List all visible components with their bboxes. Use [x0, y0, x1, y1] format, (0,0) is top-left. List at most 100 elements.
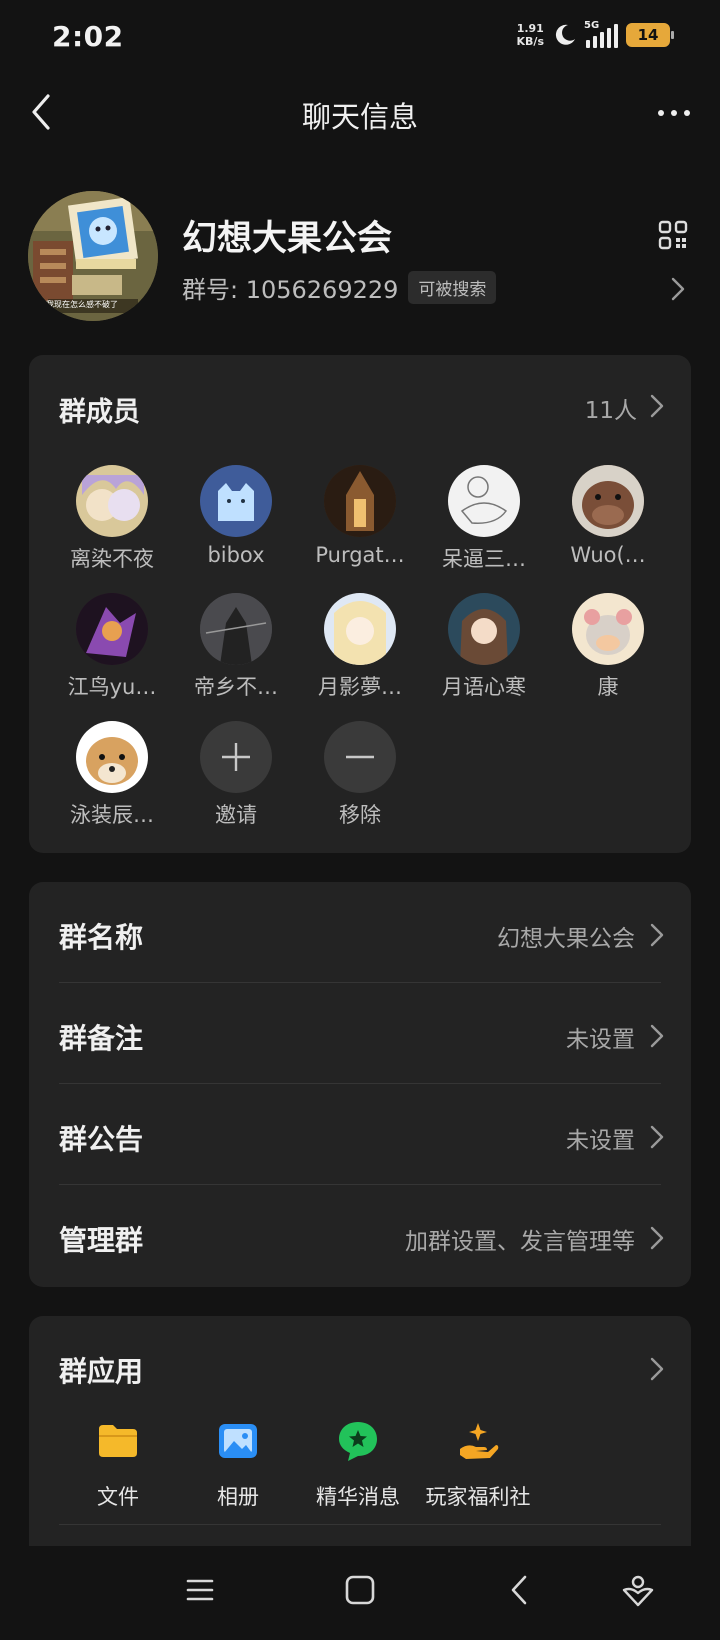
app-label: 玩家福利社 — [425, 1485, 531, 1509]
more-dots-icon[interactable] — [658, 110, 690, 116]
home-square-icon[interactable] — [340, 1570, 380, 1610]
avatar — [448, 465, 520, 537]
gift-hand-icon — [460, 1423, 499, 1459]
member-name: 月语心寒 — [442, 675, 526, 699]
invite-label: 邀请 — [215, 803, 257, 827]
folder-icon — [99, 1425, 137, 1457]
app-essence[interactable]: 精华消息 — [298, 1419, 418, 1511]
chevron-right-icon — [650, 923, 664, 947]
avatar — [324, 593, 396, 665]
avatar — [200, 593, 272, 665]
member-name: Wuo(… — [570, 543, 646, 567]
invite-button[interactable]: 邀请 — [174, 721, 298, 829]
setting-label: 群备注 — [59, 1022, 144, 1055]
assistant-icon[interactable] — [618, 1570, 658, 1610]
setting-label: 群公告 — [59, 1123, 144, 1156]
app-label: 相册 — [217, 1485, 259, 1509]
net-speed-value: 1.91 — [516, 22, 544, 35]
star-message-icon — [339, 1422, 377, 1461]
app-files[interactable]: 文件 — [58, 1419, 178, 1511]
member-item[interactable]: 康 — [546, 593, 670, 701]
status-icons: 1.91 KB/s 5G 14 — [517, 20, 674, 48]
avatar — [200, 465, 272, 537]
plus-icon[interactable] — [200, 721, 272, 793]
remove-button[interactable]: 移除 — [298, 721, 422, 829]
chevron-right-icon[interactable] — [649, 393, 665, 419]
settings-card: 群名称 幻想大果公会 群备注 未设置 群公告 未设置 管理群 加群设置、发言管理… — [29, 882, 691, 1287]
group-avatar-caption: 我现在怎么感不破了 — [46, 300, 118, 309]
setting-value: 未设置 — [566, 1027, 635, 1053]
group-name: 幻想大果公会 — [182, 219, 393, 259]
back-icon[interactable] — [500, 1570, 540, 1610]
searchable-badge: 可被搜索 — [408, 271, 497, 304]
chevron-right-icon — [650, 1226, 664, 1250]
setting-row-manage[interactable]: 管理群 加群设置、发言管理等 — [29, 1185, 691, 1286]
setting-row-group-name[interactable]: 群名称 幻想大果公会 — [29, 882, 691, 983]
battery-icon: 14 — [626, 23, 674, 47]
status-time: 2:02 — [52, 20, 124, 53]
member-name: 江鸟yu… — [67, 675, 157, 699]
chevron-right-icon[interactable] — [649, 1356, 665, 1382]
chevron-right-icon — [650, 1024, 664, 1048]
member-item[interactable]: 月影夢… — [298, 593, 422, 701]
group-id-row: 群号: 1056269229 可被搜索 — [182, 270, 497, 305]
member-item[interactable]: Wuo(… — [546, 465, 670, 567]
minus-icon[interactable] — [324, 721, 396, 793]
net-speed-unit: KB/s — [516, 35, 544, 48]
member-name: bibox — [207, 543, 265, 567]
menu-icon[interactable] — [180, 1570, 220, 1610]
member-name: Purgat… — [315, 543, 405, 567]
page-title: 聊天信息 — [301, 100, 418, 134]
qr-code-icon[interactable] — [658, 220, 688, 250]
setting-row-group-remark[interactable]: 群备注 未设置 — [29, 983, 691, 1084]
signal-icon: 5G — [584, 20, 618, 48]
member-item[interactable]: 泳装辰… — [50, 721, 174, 829]
photo-album-icon — [219, 1424, 257, 1458]
members-count[interactable]: 11人 — [585, 391, 637, 425]
member-item[interactable]: 帝乡不… — [174, 593, 298, 701]
avatar — [324, 465, 396, 537]
avatar — [76, 721, 148, 793]
member-name: 月影夢… — [318, 675, 402, 699]
avatar — [572, 465, 644, 537]
member-item[interactable]: 离染不夜 — [50, 465, 174, 573]
avatar — [76, 465, 148, 537]
setting-value: 幻想大果公会 — [497, 926, 635, 952]
system-nav-bar — [0, 1546, 720, 1640]
moon-icon — [555, 24, 575, 45]
app-label: 精华消息 — [316, 1485, 400, 1509]
apps-title[interactable]: 群应用 — [59, 1350, 143, 1390]
member-name: 离染不夜 — [70, 547, 154, 571]
avatar — [572, 593, 644, 665]
members-card: 群成员 11人 离染不夜 bibox Purgat… 呆逼三… Wuo(… 江鸟… — [29, 355, 691, 853]
member-name: 泳装辰… — [70, 803, 154, 827]
member-item[interactable]: Purgat… — [298, 465, 422, 567]
network-type: 5G — [584, 20, 600, 31]
avatar — [448, 593, 520, 665]
setting-value: 未设置 — [566, 1128, 635, 1154]
setting-row-announcement[interactable]: 群公告 未设置 — [29, 1084, 691, 1185]
remove-label: 移除 — [339, 803, 381, 827]
setting-label: 群名称 — [59, 921, 144, 954]
member-name: 呆逼三… — [442, 547, 526, 571]
group-avatar[interactable]: 我现在怎么感不破了 — [28, 191, 158, 321]
setting-label: 管理群 — [59, 1224, 144, 1257]
members-title: 群成员 — [59, 397, 140, 428]
chevron-right-icon[interactable] — [670, 276, 686, 302]
chevron-right-icon — [650, 1125, 664, 1149]
member-item[interactable]: 呆逼三… — [422, 465, 546, 573]
divider — [59, 1524, 661, 1525]
app-player-welfare[interactable]: 玩家福利社 — [418, 1419, 538, 1511]
app-label: 文件 — [97, 1485, 139, 1509]
member-item[interactable]: bibox — [174, 465, 298, 567]
member-name: 帝乡不… — [194, 675, 278, 699]
setting-value: 加群设置、发言管理等 — [405, 1229, 635, 1255]
avatar — [76, 593, 148, 665]
app-album[interactable]: 相册 — [178, 1419, 298, 1511]
battery-level: 14 — [637, 26, 659, 44]
member-item[interactable]: 江鸟yu… — [50, 593, 174, 701]
group-id: 群号: 1056269229 — [182, 276, 399, 304]
member-item[interactable]: 月语心寒 — [422, 593, 546, 701]
member-name: 康 — [597, 675, 619, 699]
network-speed: 1.91 KB/s — [517, 22, 544, 48]
